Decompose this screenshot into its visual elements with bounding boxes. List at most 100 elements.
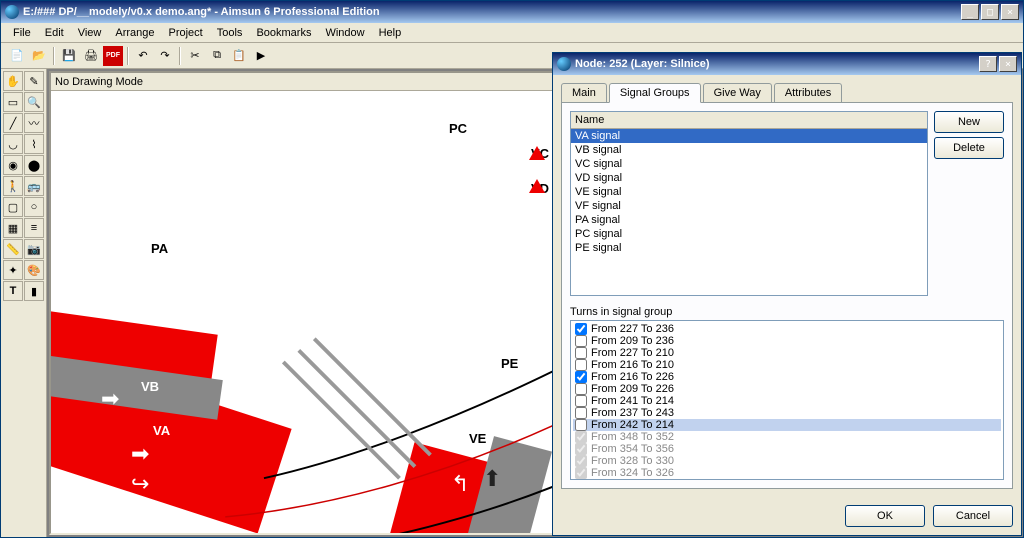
separator [53, 47, 55, 65]
grid-tool-icon[interactable]: ▦ [3, 218, 23, 238]
turn-row[interactable]: From 227 To 210 [573, 347, 1001, 359]
menu-arrange[interactable]: Arrange [109, 25, 160, 40]
turn-label: From 344 To 342 [591, 479, 674, 480]
signal-row[interactable]: VC signal [571, 157, 927, 171]
turn-row[interactable]: From 242 To 214 [573, 419, 1001, 431]
zoom-tool-icon[interactable]: 🔍 [24, 92, 44, 112]
menu-help[interactable]: Help [373, 25, 408, 40]
turn-row: From 344 To 342 [573, 479, 1001, 480]
turn-row[interactable]: From 237 To 243 [573, 407, 1001, 419]
name-column-header[interactable]: Name [571, 112, 927, 129]
menu-window[interactable]: Window [319, 25, 370, 40]
turn-row: From 354 To 356 [573, 443, 1001, 455]
dialog-titlebar[interactable]: Node: 252 (Layer: Silnice) ? × [553, 53, 1021, 75]
palette-tool-icon[interactable]: 🎨 [24, 260, 44, 280]
turn-checkbox[interactable] [575, 359, 587, 371]
text-tool-icon[interactable]: T [3, 281, 23, 301]
signal-row[interactable]: PE signal [571, 241, 927, 255]
new-file-icon[interactable]: 📄 [7, 46, 27, 66]
bus-tool-icon[interactable]: 🚌 [24, 176, 44, 196]
turn-row[interactable]: From 216 To 210 [573, 359, 1001, 371]
minimize-button[interactable]: _ [961, 4, 979, 20]
turn-label: From 237 To 243 [591, 407, 674, 419]
rect-tool-icon[interactable]: ▢ [3, 197, 23, 217]
fill-tool-icon[interactable]: ▮ [24, 281, 44, 301]
signal-row[interactable]: VF signal [571, 199, 927, 213]
arc-tool-icon[interactable]: ◡ [3, 134, 23, 154]
menu-file[interactable]: File [7, 25, 37, 40]
menu-bookmarks[interactable]: Bookmarks [250, 25, 317, 40]
hand-tool-icon[interactable]: ✋ [3, 71, 23, 91]
menu-edit[interactable]: Edit [39, 25, 70, 40]
line-tool-icon[interactable]: ╱ [3, 113, 23, 133]
menu-tools[interactable]: Tools [211, 25, 249, 40]
turn-row[interactable]: From 216 To 226 [573, 371, 1001, 383]
new-button[interactable]: New [934, 111, 1004, 133]
turn-checkbox[interactable] [575, 371, 587, 383]
turn-row[interactable]: From 209 To 226 [573, 383, 1001, 395]
select-tool-icon[interactable]: ▭ [3, 92, 23, 112]
cancel-button[interactable]: Cancel [933, 505, 1013, 527]
turn-checkbox [575, 431, 587, 443]
turn-checkbox [575, 443, 587, 455]
pencil-tool-icon[interactable]: ✎ [24, 71, 44, 91]
dialog-tabs: Main Signal Groups Give Way Attributes [553, 75, 1021, 102]
camera-tool-icon[interactable]: 📷 [24, 239, 44, 259]
signal-tool-icon[interactable]: ⬤ [24, 155, 44, 175]
turns-label: Turns in signal group [570, 306, 1004, 318]
turn-checkbox[interactable] [575, 407, 587, 419]
menu-view[interactable]: View [72, 25, 108, 40]
close-button[interactable]: × [1001, 4, 1019, 20]
dialog-close-button[interactable]: × [999, 56, 1017, 72]
save-icon[interactable]: 💾 [59, 46, 79, 66]
arrow-icon: ➡ [101, 386, 119, 412]
delete-button[interactable]: Delete [934, 137, 1004, 159]
tab-give-way[interactable]: Give Way [703, 83, 772, 102]
run-icon[interactable]: ▶ [251, 46, 271, 66]
open-file-icon[interactable]: 📂 [29, 46, 49, 66]
turn-checkbox[interactable] [575, 419, 587, 431]
compass-tool-icon[interactable]: ✦ [3, 260, 23, 280]
curve-tool-icon[interactable]: 〰 [24, 113, 44, 133]
polyline-tool-icon[interactable]: ⌇ [24, 134, 44, 154]
signal-row[interactable]: PA signal [571, 213, 927, 227]
tab-attributes[interactable]: Attributes [774, 83, 842, 102]
circle-tool-icon[interactable]: ○ [24, 197, 44, 217]
signals-list[interactable]: Name VA signalVB signalVC signalVD signa… [570, 111, 928, 296]
signal-row[interactable]: VB signal [571, 143, 927, 157]
menu-project[interactable]: Project [163, 25, 209, 40]
turn-checkbox[interactable] [575, 383, 587, 395]
signal-row[interactable]: VA signal [571, 129, 927, 143]
paste-icon[interactable]: 📋 [229, 46, 249, 66]
ok-button[interactable]: OK [845, 505, 925, 527]
turn-checkbox[interactable] [575, 395, 587, 407]
signal-row[interactable]: VD signal [571, 171, 927, 185]
signal-row[interactable]: PC signal [571, 227, 927, 241]
tab-main[interactable]: Main [561, 83, 607, 102]
turns-list[interactable]: From 227 To 236From 209 To 236From 227 T… [570, 320, 1004, 480]
maximize-button[interactable]: □ [981, 4, 999, 20]
turn-checkbox[interactable] [575, 323, 587, 335]
dialog-icon [557, 57, 571, 71]
main-titlebar[interactable]: E:/### DP/__modely/v0.x demo.ang* - Aims… [1, 1, 1023, 23]
ped-tool-icon[interactable]: 🚶 [3, 176, 23, 196]
menubar: File Edit View Arrange Project Tools Boo… [1, 23, 1023, 43]
redo-icon[interactable]: ↷ [155, 46, 175, 66]
pdf-icon[interactable]: PDF [103, 46, 123, 66]
measure-tool-icon[interactable]: 📏 [3, 239, 23, 259]
help-button[interactable]: ? [979, 56, 997, 72]
label-va: VA [153, 423, 170, 438]
tab-signal-groups[interactable]: Signal Groups [609, 83, 701, 103]
copy-icon[interactable]: ⧉ [207, 46, 227, 66]
signal-row[interactable]: VE signal [571, 185, 927, 199]
turn-checkbox[interactable] [575, 347, 587, 359]
layer-tool-icon[interactable]: ≡ [24, 218, 44, 238]
node-tool-icon[interactable]: ◉ [3, 155, 23, 175]
cut-icon[interactable]: ✂ [185, 46, 205, 66]
print-icon[interactable]: 🖨 [81, 46, 101, 66]
turn-checkbox[interactable] [575, 335, 587, 347]
turn-row[interactable]: From 241 To 214 [573, 395, 1001, 407]
turn-row[interactable]: From 209 To 236 [573, 335, 1001, 347]
turn-row[interactable]: From 227 To 236 [573, 323, 1001, 335]
undo-icon[interactable]: ↶ [133, 46, 153, 66]
